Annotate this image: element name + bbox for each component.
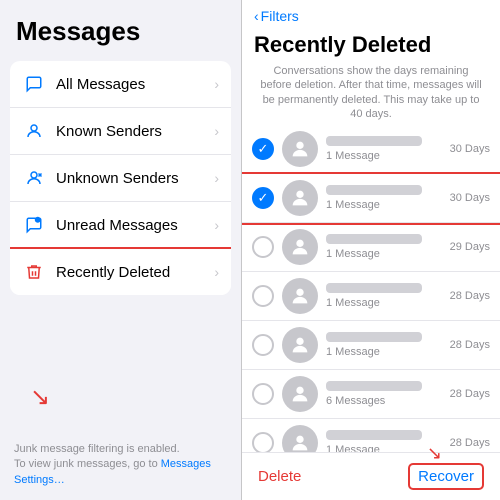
msg-info-1: 1 Message: [326, 185, 446, 211]
menu-item-unread-messages[interactable]: Unread Messages ›: [10, 202, 231, 249]
filters-label: Filters: [261, 8, 299, 24]
unread-messages-icon: [22, 213, 46, 237]
msg-days-6: 28 Days: [450, 437, 490, 449]
msg-info-5: 6 Messages: [326, 381, 446, 407]
msg-days-0: 30 Days: [450, 143, 490, 155]
right-footer: Delete ↘ Recover: [242, 452, 500, 500]
menu-label-recently-deleted: Recently Deleted: [56, 264, 214, 281]
arrow-annotation-right: ↘: [427, 443, 442, 464]
menu-item-known-senders[interactable]: Known Senders ›: [10, 108, 231, 155]
msg-name-bar-3: [326, 283, 422, 293]
known-senders-icon: [22, 119, 46, 143]
msg-name-bar-6: [326, 430, 422, 440]
avatar-2: [282, 229, 318, 265]
msg-name-bar-2: [326, 234, 422, 244]
msg-days-4: 28 Days: [450, 339, 490, 351]
menu-label-all-messages: All Messages: [56, 76, 214, 93]
message-row-4[interactable]: 1 Message 28 Days: [242, 321, 500, 370]
msg-info-0: 1 Message: [326, 136, 446, 162]
left-title: Messages: [0, 0, 241, 55]
check-circle-6[interactable]: [252, 432, 274, 452]
msg-days-5: 28 Days: [450, 388, 490, 400]
msg-sub-1: 1 Message: [326, 199, 446, 211]
check-circle-3[interactable]: [252, 285, 274, 307]
msg-info-2: 1 Message: [326, 234, 446, 260]
msg-name-bar-4: [326, 332, 422, 342]
msg-days-3: 28 Days: [450, 290, 490, 302]
all-messages-icon: [22, 72, 46, 96]
msg-info-4: 1 Message: [326, 332, 446, 358]
menu-item-recently-deleted[interactable]: Recently Deleted ›: [10, 249, 231, 295]
right-panel: ‹ Filters Recently Deleted Conversations…: [242, 0, 500, 500]
msg-sub-3: 1 Message: [326, 297, 446, 309]
menu-label-unknown-senders: Unknown Senders: [56, 170, 214, 187]
menu-label-known-senders: Known Senders: [56, 123, 214, 140]
chevron-icon-unknown-senders: ›: [214, 170, 219, 186]
chevron-icon-recently-deleted: ›: [214, 264, 219, 280]
unknown-senders-icon: [22, 166, 46, 190]
delete-button[interactable]: Delete: [258, 468, 301, 485]
message-row-5[interactable]: 6 Messages 28 Days: [242, 370, 500, 419]
avatar-0: [282, 131, 318, 167]
avatar-6: [282, 425, 318, 452]
footer-line1: Junk message filtering is enabled.: [14, 443, 180, 455]
message-row-6[interactable]: 1 Message 28 Days: [242, 419, 500, 452]
menu-list: All Messages › Known Senders › Unknown S…: [10, 61, 231, 295]
msg-name-bar-5: [326, 381, 422, 391]
msg-name-bar-1: [326, 185, 422, 195]
check-circle-2[interactable]: [252, 236, 274, 258]
message-row-3[interactable]: 1 Message 28 Days: [242, 272, 500, 321]
avatar-3: [282, 278, 318, 314]
arrow-annotation-left: ↗: [30, 383, 50, 412]
msg-info-3: 1 Message: [326, 283, 446, 309]
recently-deleted-icon: [22, 260, 46, 284]
check-circle-0[interactable]: ✓: [252, 138, 274, 160]
check-circle-4[interactable]: [252, 334, 274, 356]
menu-label-unread-messages: Unread Messages: [56, 217, 214, 234]
left-panel: Messages All Messages › Known Senders ›: [0, 0, 242, 500]
recover-button[interactable]: Recover: [408, 463, 484, 490]
chevron-icon-known-senders: ›: [214, 123, 219, 139]
chevron-icon-unread-messages: ›: [214, 217, 219, 233]
check-circle-1[interactable]: ✓: [252, 187, 274, 209]
message-row-1[interactable]: ✓ 1 Message 30 Days: [242, 174, 500, 223]
avatar-5: [282, 376, 318, 412]
message-row-2[interactable]: 1 Message 29 Days: [242, 223, 500, 272]
chevron-icon-all-messages: ›: [214, 76, 219, 92]
right-title: Recently Deleted: [242, 28, 500, 58]
right-header: ‹ Filters: [242, 0, 500, 28]
right-subtitle: Conversations show the days remaining be…: [242, 58, 500, 125]
menu-item-all-messages[interactable]: All Messages ›: [10, 61, 231, 108]
msg-days-2: 29 Days: [450, 241, 490, 253]
avatar-1: [282, 180, 318, 216]
msg-sub-4: 1 Message: [326, 346, 446, 358]
msg-sub-0: 1 Message: [326, 150, 446, 162]
filters-link[interactable]: ‹ Filters: [254, 8, 488, 24]
avatar-4: [282, 327, 318, 363]
left-footer: Junk message filtering is enabled. To vi…: [0, 442, 241, 488]
message-row-0[interactable]: ✓ 1 Message 30 Days: [242, 125, 500, 174]
msg-days-1: 30 Days: [450, 192, 490, 204]
message-list: ✓ 1 Message 30 Days ✓ 1 Message 30 Days: [242, 125, 500, 452]
msg-sub-5: 6 Messages: [326, 395, 446, 407]
check-circle-5[interactable]: [252, 383, 274, 405]
chevron-back-icon: ‹: [254, 8, 259, 24]
msg-name-bar-0: [326, 136, 422, 146]
msg-sub-2: 1 Message: [326, 248, 446, 260]
menu-item-unknown-senders[interactable]: Unknown Senders ›: [10, 155, 231, 202]
footer-line2: To view junk messages, go to: [14, 458, 161, 470]
